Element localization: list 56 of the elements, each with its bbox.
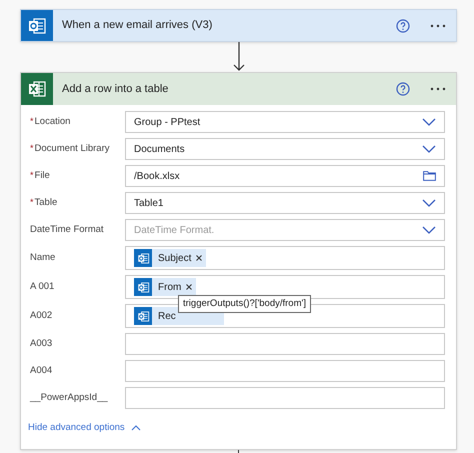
- required-mark: *: [30, 142, 34, 155]
- chevron-down-icon: [422, 199, 436, 207]
- field-label: A004: [30, 364, 52, 378]
- more-icon[interactable]: [430, 24, 446, 28]
- help-icon[interactable]: [396, 18, 410, 32]
- field-label: A 001: [30, 280, 54, 294]
- help-icon[interactable]: [396, 82, 410, 96]
- chevron-down-icon: [422, 118, 436, 126]
- field-value: /Book.xlsx: [134, 170, 180, 184]
- chevron-down-icon: [422, 226, 436, 234]
- close-icon[interactable]: [186, 284, 192, 290]
- token-chip[interactable]: Subject: [134, 249, 206, 267]
- field-value: Documents: [134, 142, 185, 156]
- close-icon[interactable]: [196, 255, 202, 261]
- card-title: When a new email arrives (V3): [62, 18, 214, 34]
- card-title: Add a row into a table: [62, 82, 170, 97]
- outlook-icon: [136, 310, 150, 322]
- field-placeholder: DateTime Format.: [134, 224, 214, 238]
- arrow-connector: [232, 42, 244, 72]
- spreadsheet-icon: [27, 79, 47, 99]
- card-header[interactable]: Add a row into a table: [21, 73, 456, 105]
- field-label: Location: [34, 114, 70, 129]
- field-label: A003: [30, 336, 52, 351]
- chevron-up-icon: [130, 425, 141, 432]
- outlook-icon: [136, 252, 150, 264]
- field-value: Table1: [134, 196, 164, 210]
- token-label: Subject: [158, 252, 192, 266]
- required-mark: *: [30, 196, 34, 209]
- dropdown-field[interactable]: Group - PPtest: [125, 111, 445, 133]
- field-label: __PowerAppsId__: [30, 390, 108, 405]
- field-value: Group - PPtest: [134, 116, 200, 130]
- field-label: Name: [30, 250, 56, 265]
- dropdown-field[interactable]: Documents: [125, 138, 445, 160]
- field-label: Table: [34, 196, 58, 210]
- chevron-down-icon: [422, 145, 436, 153]
- file-field[interactable]: /Book.xlsx: [125, 165, 445, 187]
- field-label: DateTime Format: [30, 222, 104, 237]
- required-mark: *: [30, 114, 34, 128]
- required-mark: *: [30, 168, 34, 182]
- outlook-icon: [27, 16, 47, 36]
- input-field[interactable]: [125, 360, 445, 382]
- token-field[interactable]: Subject: [125, 246, 445, 270]
- field-label: Document Library: [34, 142, 110, 156]
- input-field[interactable]: [125, 387, 445, 409]
- folder-icon[interactable]: [423, 171, 436, 181]
- advanced-options-link[interactable]: Hide advanced options: [28, 421, 125, 436]
- input-field[interactable]: [125, 333, 445, 355]
- token-label: From: [158, 280, 182, 294]
- token-chip[interactable]: From: [134, 278, 196, 296]
- field-label: A002: [30, 308, 52, 323]
- more-icon[interactable]: [430, 87, 446, 91]
- trigger-card[interactable]: When a new email arrives (V3): [20, 9, 457, 42]
- tooltip: triggerOutputs()?['body/from']: [178, 295, 311, 314]
- outlook-icon: [136, 280, 150, 294]
- dropdown-field[interactable]: Table1: [125, 192, 445, 214]
- field-label: File: [34, 168, 50, 183]
